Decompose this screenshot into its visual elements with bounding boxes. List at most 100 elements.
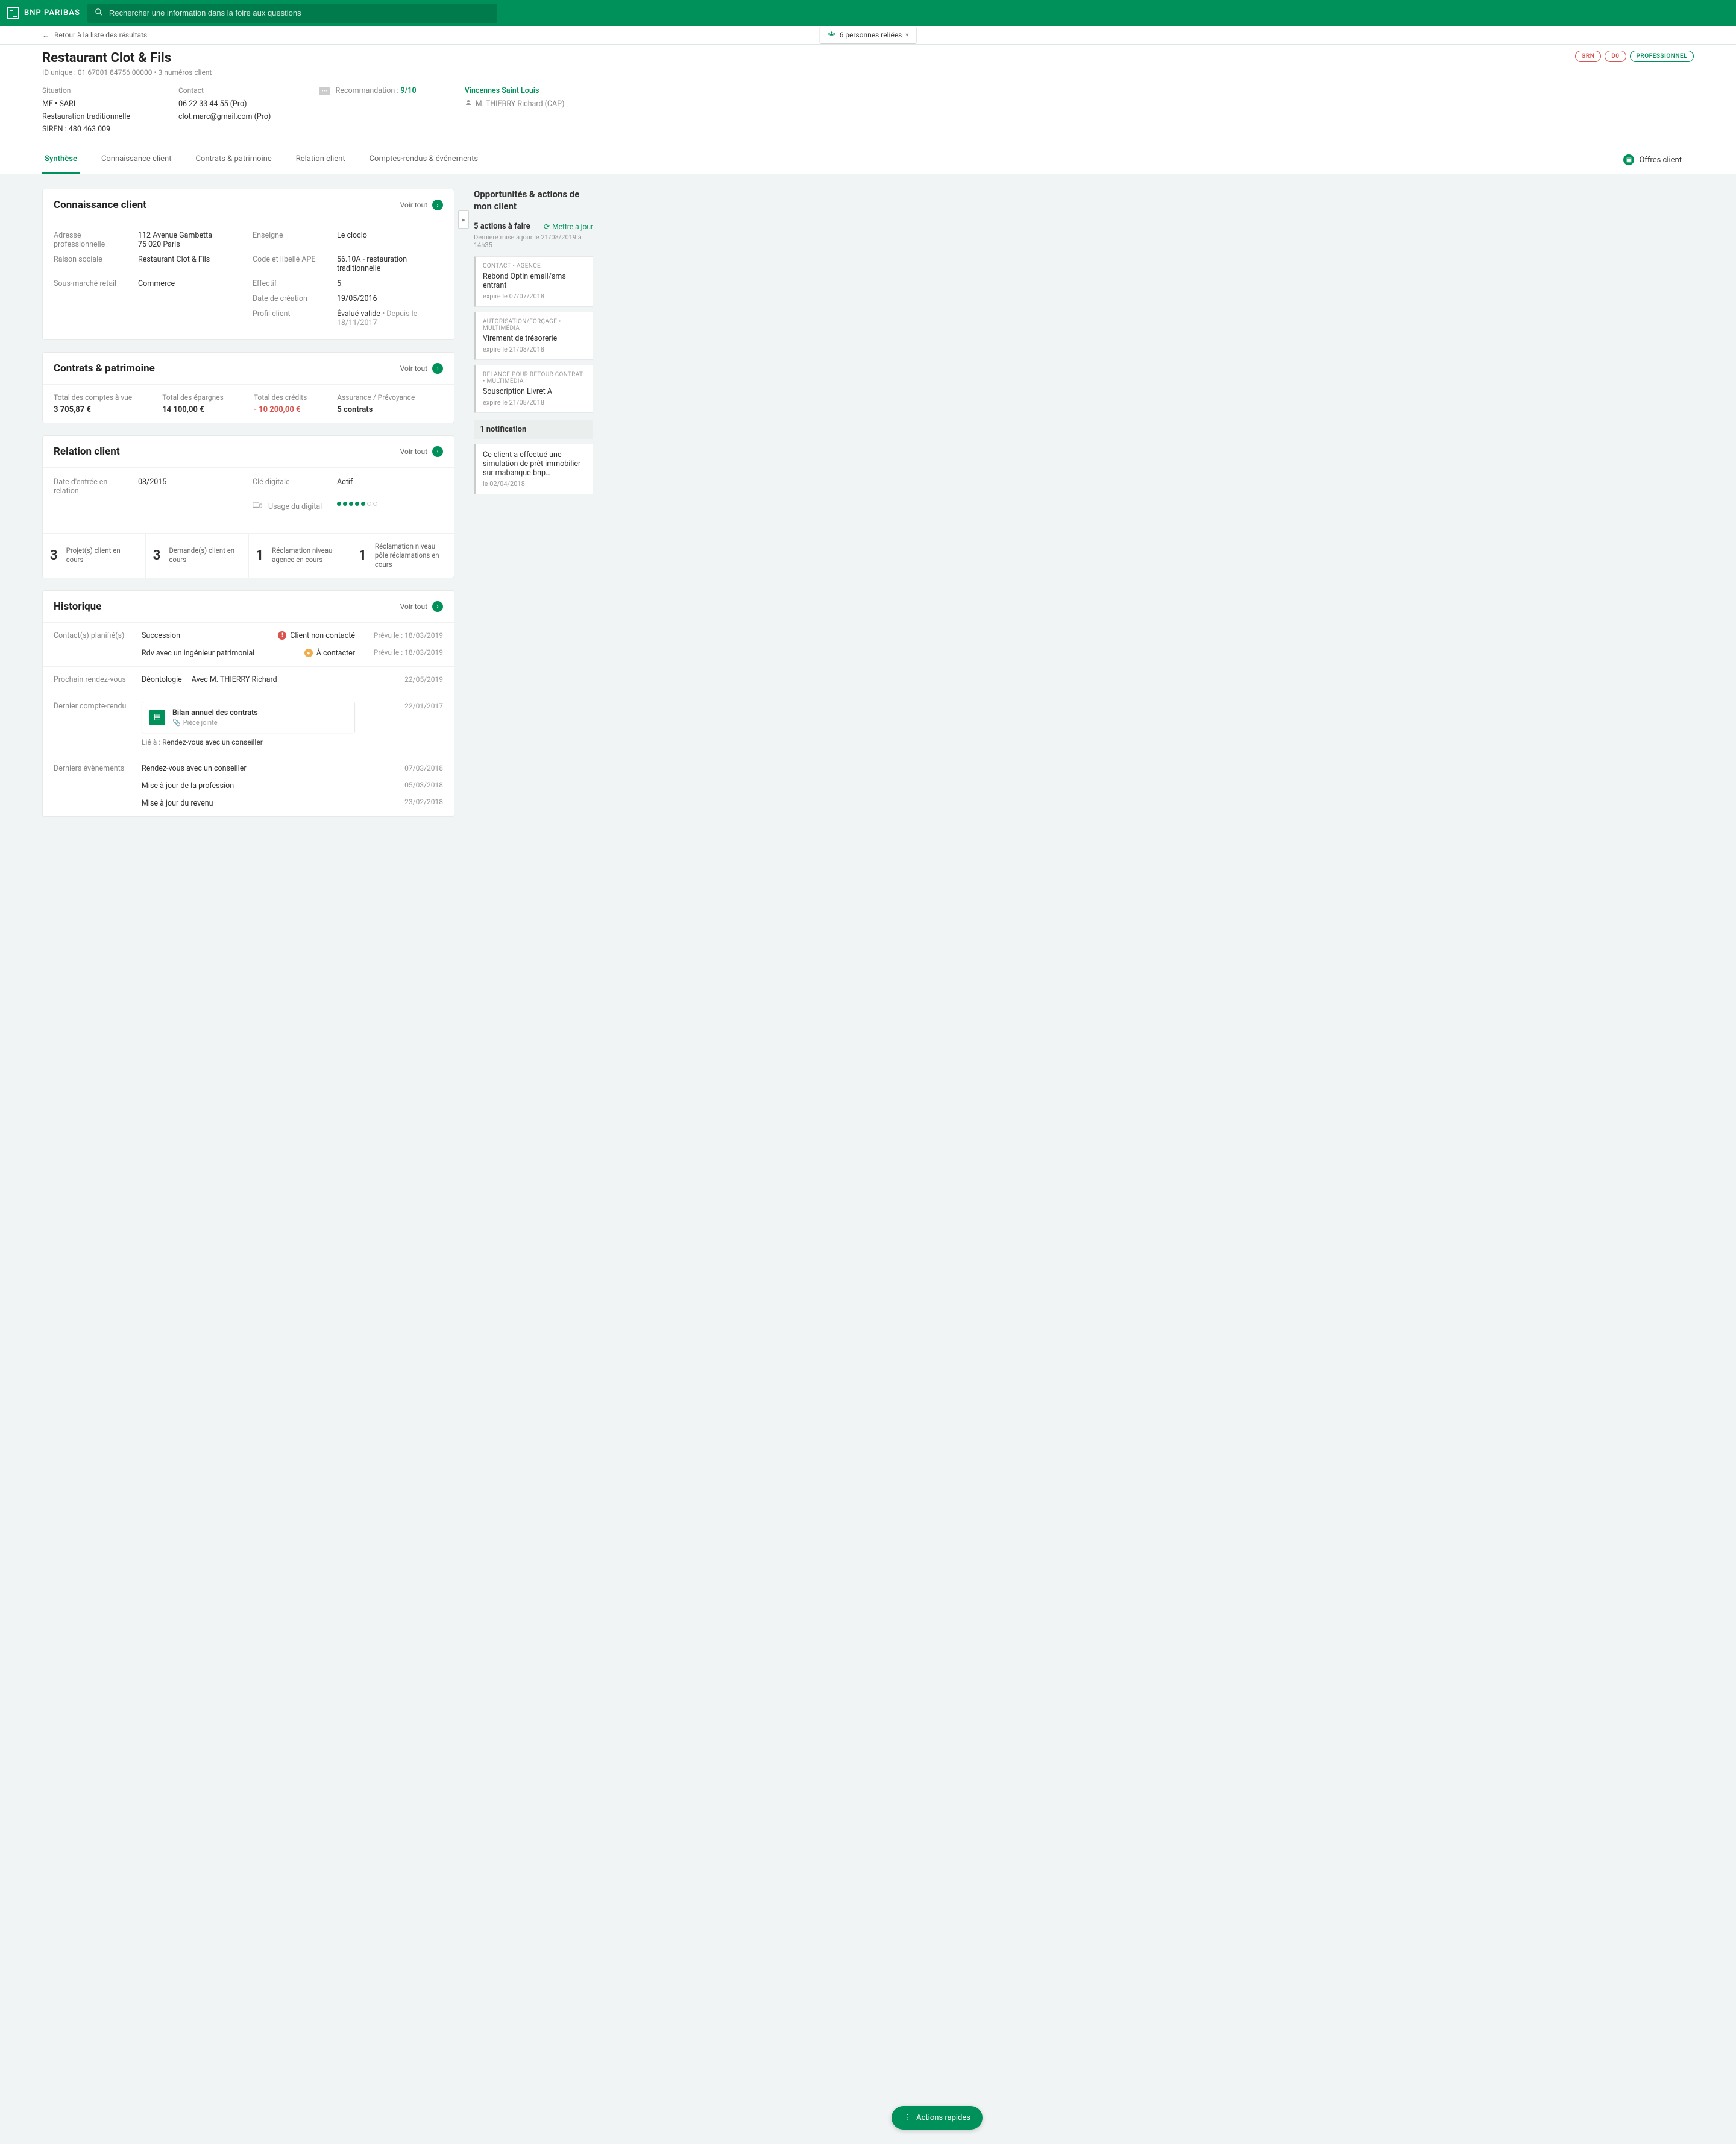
arrow-left-icon: ← [42,31,49,39]
agency-block: Vincennes Saint Louis M. THIERRY Richard… [465,86,565,134]
rc-cle-label: Clé digitale [253,478,325,496]
back-label: Retour à la liste des résultats [54,31,147,39]
badge-grn: GRN [1575,51,1602,62]
linked-persons-dropdown[interactable]: 6 personnes reliées ▾ [820,27,917,44]
notification-card[interactable]: Ce client a effectué une simulation de p… [474,444,593,494]
tab-connaissance[interactable]: Connaissance client [99,146,174,174]
reco-value: 9/10 [401,86,417,95]
search-input[interactable] [109,8,490,17]
devices-icon [253,502,262,511]
tab-contrats[interactable]: Contrats & patrimoine [193,146,274,174]
tab-synthese[interactable]: Synthèse [42,146,80,174]
offers-tab[interactable]: ▣ Offres client [1611,146,1694,174]
logo-icon [7,7,19,19]
refresh-button[interactable]: ⟳ Mettre à jour [544,222,593,231]
hist-event-title: Mise à jour du revenu [142,799,355,808]
hist-item-status: À contacter [316,649,355,658]
actions-count: 5 actions à faire [474,222,530,231]
badge-d0: D0 [1605,51,1626,62]
top-bar: BNP PARIBAS [0,0,1736,26]
kc-raison-value: Restaurant Clot & Fils [138,255,241,273]
kc-date-value: 19/05/2016 [337,294,439,303]
rc-voir-tout[interactable]: Voir tout › [400,446,443,457]
hist-cr: Dernier compte-rendu ▤ Bilan annuel des … [43,693,454,755]
kc-voir-tout[interactable]: Voir tout › [400,200,443,210]
linked-to: Lié à : Rendez-vous avec un conseiller [142,738,355,746]
tab-comptes-rendus[interactable]: Comptes-rendus & événements [367,146,481,174]
digital-usage-label: Usage du digital [253,502,325,511]
card-contrats-patrimoine: Contrats & patrimoine Voir tout › Total … [42,352,454,423]
kc-enseigne-value: Le cloclo [337,231,439,249]
contact-block: Contact 06 22 33 44 55 (Pro) clot.marc@g… [178,86,271,134]
situation-siren: SIREN : 480 463 009 [42,125,130,134]
persons-icon [828,31,836,40]
offers-label: Offres client [1639,156,1682,165]
advisor-name: M. THIERRY Richard (CAP) [476,99,565,109]
hist-event-title: Rendez-vous avec un conseiller [142,764,355,773]
attachment-title: Bilan annuel des contrats [172,708,258,717]
total-epargne: Total des épargnes 14 100,00 € [162,393,224,414]
badges: GRN D0 PROFESSIONNEL [1575,51,1694,62]
back-link[interactable]: ← Retour à la liste des résultats [42,31,147,39]
card-relation-client: Relation client Voir tout › Date d'entré… [42,435,454,578]
action-card[interactable]: AUTORISATION/FORÇAGE • MULTIMÉDIA Vireme… [474,312,593,360]
sidebar: ▸ Opportunités & actions de mon client 5… [464,174,603,843]
search-bar[interactable] [87,4,497,23]
agency-name: Vincennes Saint Louis [465,86,565,95]
voir-tout-label: Voir tout [400,201,427,209]
refresh-icon: ⟳ [544,222,550,231]
total-credits: Total des crédits - 10 200,00 € [254,393,307,414]
action-card[interactable]: CONTACT • AGENCE Rebond Optin email/sms … [474,256,593,307]
arrow-right-icon: › [432,446,443,457]
contact-label: Contact [178,86,271,95]
contact-email: clot.marc@gmail.com (Pro) [178,112,271,121]
alert-icon: ! [278,631,286,640]
attachment[interactable]: ▤ Bilan annuel des contrats 📎 Pièce join… [142,702,355,733]
fab-label: Actions rapides [916,2113,970,2122]
counters: 3 Projet(s) client en cours 3 Demande(s)… [43,533,454,578]
total-assurance: Assurance / Prévoyance 5 contrats [337,393,415,414]
menu-dots-icon: ⋮ [904,2113,911,2122]
action-card[interactable]: RELANCE POUR RETOUR CONTRAT • MULTIMÉDIA… [474,365,593,413]
tab-relation[interactable]: Relation client [294,146,348,174]
recommendation-block: ••• Recommandation : 9/10 [319,86,416,134]
chevron-down-icon: ▾ [905,32,908,39]
hist-voir-tout[interactable]: Voir tout › [400,601,443,612]
arrow-right-icon: › [432,363,443,374]
kc-effectif-label: Effectif [253,279,325,288]
counter-reclamation-agence: 1 Réclamation niveau agence en cours [249,534,352,578]
kc-enseigne-label: Enseigne [253,231,325,249]
kc-raison-label: Raison sociale [54,255,126,273]
card-connaissance-client: Connaissance client Voir tout › Adresse … [42,189,454,340]
client-id: ID unique : 01 67001 84756 00000 • 3 num… [42,68,212,77]
brand-logo[interactable]: BNP PARIBAS [7,7,80,19]
quick-actions-fab[interactable]: ⋮ Actions rapides [892,2106,983,2130]
hist-event-title: Mise à jour de la profession [142,781,355,790]
badge-professionnel: PROFESSIONNEL [1630,51,1694,62]
hist-rdv: Prochain rendez-vous Déontologie — Avec … [43,666,454,693]
cp-title: Contrats & patrimoine [54,362,155,374]
tabs-row: Synthèse Connaissance client Contrats & … [0,146,1736,174]
kc-ape-value: 56.10A - restauration traditionnelle [337,255,439,273]
paperclip-icon: 📎 [172,719,181,727]
clock-icon: ● [304,649,313,657]
rc-date-label: Date d'entrée en relation [54,478,126,496]
situation-label: Situation [42,86,130,95]
linked-persons-label: 6 personnes reliées [840,31,902,39]
situation-type: ME • SARL [42,99,130,109]
document-icon: ▤ [149,710,165,725]
sidebar-toggle[interactable]: ▸ [458,210,469,229]
situation-activity: Restauration traditionnelle [42,112,130,121]
kc-address-value: 112 Avenue Gambetta 75 020 Paris [138,231,241,249]
notification-header: 1 notification [474,420,593,439]
kc-sousmarche-value: Commerce [138,279,241,288]
hist-contacts: Contact(s) planifié(s) Succession ! Clie… [43,622,454,666]
rc-cle-value: Actif [337,478,439,496]
cp-voir-tout[interactable]: Voir tout › [400,363,443,374]
counter-reclamation-pole: 1 Réclamation niveau pôle réclamations e… [351,534,454,578]
voir-tout-label: Voir tout [400,447,427,456]
client-name: Restaurant Clot & Fils [42,51,212,66]
counter-demandes: 3 Demande(s) client en cours [146,534,249,578]
person-icon [465,99,472,109]
back-bar: ← Retour à la liste des résultats 6 pers… [0,26,1736,45]
